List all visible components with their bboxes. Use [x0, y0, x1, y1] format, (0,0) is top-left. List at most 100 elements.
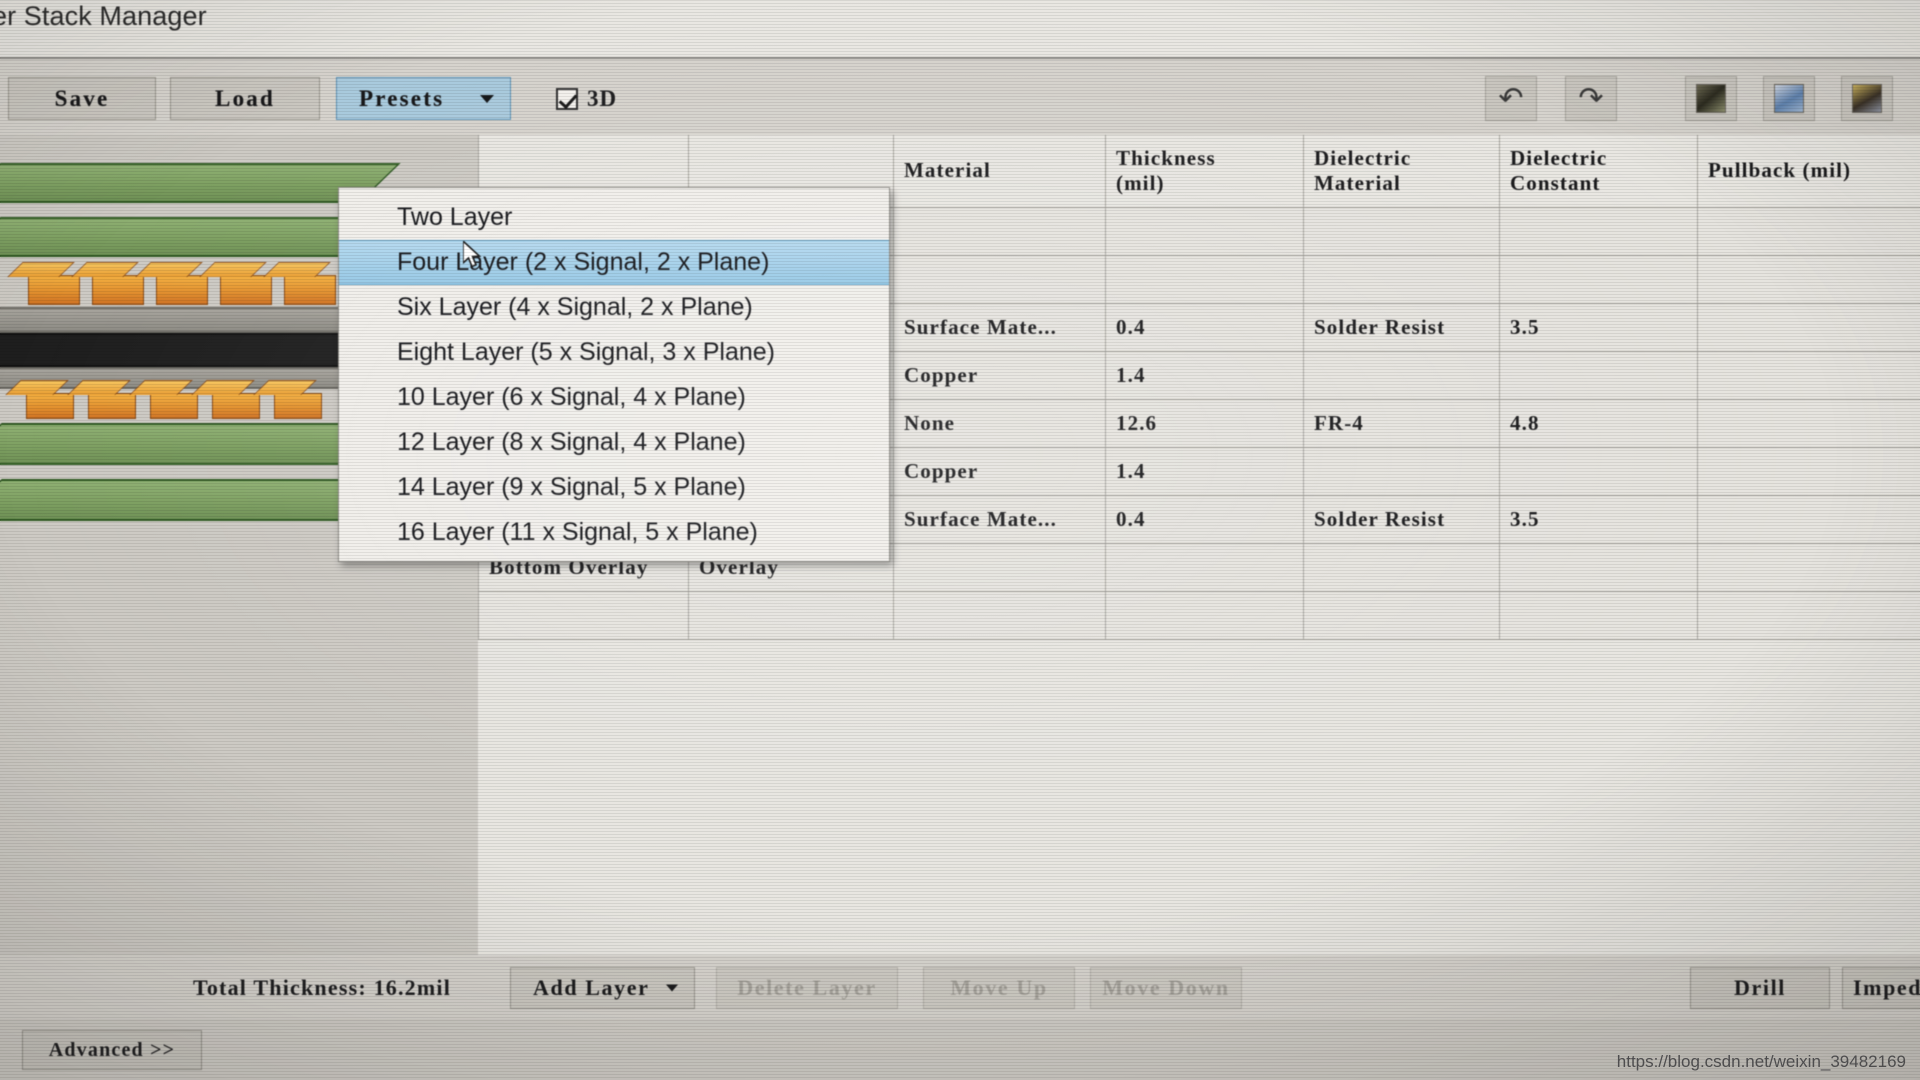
column-header-material[interactable]: Material [893, 135, 1106, 208]
presets-menu-item-0[interactable]: Two Layer [339, 195, 889, 240]
redo-arrow-icon: ↷ [1578, 81, 1604, 115]
cell-thickness[interactable] [1105, 206, 1304, 256]
impedance-button[interactable]: Impeda [1842, 967, 1920, 1009]
undo-arrow-icon: ↶ [1498, 81, 1524, 115]
cell-pullback[interactable] [1697, 590, 1920, 640]
cell-dielectric-material[interactable] [1303, 446, 1500, 496]
cell-material[interactable]: Surface Mate... [893, 302, 1106, 352]
cell-pullback[interactable] [1697, 494, 1920, 544]
cell-dielectric-constant[interactable] [1499, 206, 1698, 256]
save-button[interactable]: Save [8, 77, 156, 120]
cell-dielectric-constant[interactable] [1499, 254, 1698, 304]
cell-dielectric-constant[interactable] [1499, 590, 1698, 640]
cell-pullback[interactable] [1697, 446, 1920, 496]
presets-dropdown-button[interactable]: Presets [336, 77, 511, 120]
cell-layer-name[interactable] [478, 590, 689, 640]
pcb-trace [274, 393, 322, 419]
import-stack-button[interactable] [1841, 76, 1893, 121]
copy-layers-button[interactable] [1763, 76, 1815, 121]
redo-button[interactable]: ↷ [1565, 76, 1617, 121]
pcb-trace [212, 393, 260, 419]
app-body: Save Load Presets 3D ↶ ↷ Material Thickn… [0, 59, 1920, 1022]
move-down-button[interactable]: Move Down [1090, 967, 1242, 1009]
column-header-pullback[interactable]: Pullback (mil) [1697, 135, 1920, 208]
watermark-text: https://blog.csdn.net/weixin_39482169 [1616, 1052, 1906, 1071]
delete-layer-button[interactable]: Delete Layer [716, 967, 898, 1009]
add-layer-button[interactable]: Add Layer [510, 967, 695, 1009]
cell-material[interactable]: Surface Mate... [893, 494, 1106, 544]
cell-thickness[interactable]: 12.6 [1105, 398, 1304, 448]
cell-pullback[interactable] [1697, 254, 1920, 304]
cell-dielectric-material[interactable] [1303, 254, 1500, 304]
total-thickness-label: Total Thickness: 16.2mil [193, 975, 452, 1000]
cell-dielectric-material[interactable]: Solder Resist [1303, 302, 1500, 352]
cell-thickness[interactable] [1105, 542, 1304, 592]
cell-pullback[interactable] [1697, 542, 1920, 592]
presets-menu-item-7[interactable]: 16 Layer (11 x Signal, 5 x Plane) [339, 510, 889, 555]
cell-material[interactable] [893, 542, 1106, 592]
move-up-button[interactable]: Move Up [923, 967, 1075, 1009]
pcb-trace [88, 393, 136, 419]
cell-material[interactable]: None [893, 398, 1106, 448]
cell-dielectric-material[interactable]: FR-4 [1303, 398, 1500, 448]
cell-material[interactable]: Copper [893, 446, 1106, 496]
presets-menu-item-6[interactable]: 14 Layer (9 x Signal, 5 x Plane) [339, 465, 889, 510]
cell-material[interactable] [893, 206, 1106, 256]
column-header-dielectric-material[interactable]: Dielectric Material [1303, 135, 1500, 208]
presets-menu-item-1[interactable]: Four Layer (2 x Signal, 2 x Plane) [339, 240, 889, 285]
table-row[interactable] [478, 590, 1920, 640]
cell-dielectric-material[interactable] [1303, 542, 1500, 592]
layer-stack-image-button[interactable] [1685, 76, 1737, 121]
cell-thickness[interactable]: 0.4 [1105, 302, 1304, 352]
cell-dielectric-constant[interactable]: 3.5 [1499, 302, 1698, 352]
cell-pullback[interactable] [1697, 398, 1920, 448]
pcb-plane-slab [0, 307, 394, 333]
cell-thickness[interactable] [1105, 590, 1304, 640]
add-layer-label: Add Layer [533, 975, 650, 1000]
presets-menu-item-5[interactable]: 12 Layer (8 x Signal, 4 x Plane) [339, 420, 889, 465]
window-titlebar: er Stack Manager [0, 0, 1920, 58]
column-header-thickness[interactable]: Thickness (mil) [1105, 135, 1304, 208]
cell-dielectric-material[interactable] [1303, 590, 1500, 640]
cell-thickness[interactable]: 1.4 [1105, 446, 1304, 496]
cell-material[interactable]: Copper [893, 350, 1106, 400]
cell-dielectric-constant[interactable] [1499, 446, 1698, 496]
cell-thickness[interactable]: 0.4 [1105, 494, 1304, 544]
advanced-label: Advanced >> [48, 1038, 176, 1061]
drill-button[interactable]: Drill [1690, 967, 1830, 1009]
cell-dielectric-material[interactable] [1303, 350, 1500, 400]
threed-checkbox-label: 3D [587, 86, 618, 111]
cell-dielectric-material[interactable] [1303, 206, 1500, 256]
column-header-dielectric-constant[interactable]: Dielectric Constant [1499, 135, 1698, 208]
advanced-button[interactable]: Advanced >> [22, 1030, 202, 1070]
cell-pullback[interactable] [1697, 302, 1920, 352]
load-button[interactable]: Load [170, 77, 320, 120]
cell-thickness[interactable]: 1.4 [1105, 350, 1304, 400]
move-up-label: Move Up [950, 975, 1048, 1000]
undo-button[interactable]: ↶ [1485, 76, 1537, 121]
cell-material[interactable] [893, 254, 1106, 304]
cell-pullback[interactable] [1697, 350, 1920, 400]
cell-dielectric-constant[interactable] [1499, 350, 1698, 400]
save-button-label: Save [54, 85, 110, 111]
copy-layers-icon [1774, 84, 1804, 113]
presets-dropdown-menu[interactable]: Two Layer Four Layer (2 x Signal, 2 x Pla… [338, 187, 890, 562]
cell-dielectric-constant[interactable]: 3.5 [1499, 494, 1698, 544]
cell-pullback[interactable] [1697, 206, 1920, 256]
drill-label: Drill [1734, 975, 1786, 1000]
cell-dielectric-material[interactable]: Solder Resist [1303, 494, 1500, 544]
cell-dielectric-constant[interactable] [1499, 542, 1698, 592]
threed-checkbox[interactable]: 3D [556, 86, 617, 112]
pcb-trace [156, 275, 208, 305]
presets-menu-item-2[interactable]: Six Layer (4 x Signal, 2 x Plane) [339, 285, 889, 330]
presets-button-label: Presets [359, 85, 445, 111]
checkmark-icon[interactable] [556, 88, 578, 110]
cell-dielectric-constant[interactable]: 4.8 [1499, 398, 1698, 448]
presets-menu-item-3[interactable]: Eight Layer (5 x Signal, 3 x Plane) [339, 330, 889, 375]
presets-menu-item-4[interactable]: 10 Layer (6 x Signal, 4 x Plane) [339, 375, 889, 420]
cell-material[interactable] [893, 590, 1106, 640]
bottom-toolbar: Total Thickness: 16.2mil Add Layer Delet… [0, 955, 1920, 1022]
cell-thickness[interactable] [1105, 254, 1304, 304]
pcb-trace [284, 275, 336, 305]
cell-layer-type[interactable] [688, 590, 894, 640]
